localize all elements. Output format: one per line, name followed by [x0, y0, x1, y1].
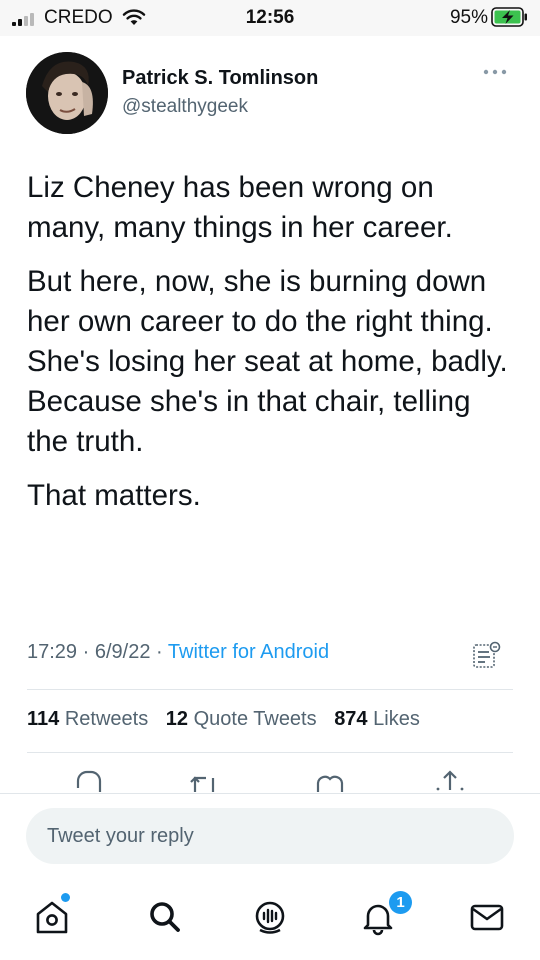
more-horizontal-icon[interactable] — [482, 68, 508, 76]
author-handle[interactable]: @stealthygeek — [122, 96, 248, 118]
analytics-icon[interactable] — [472, 640, 502, 670]
divider — [27, 689, 513, 690]
author-name[interactable]: Patrick S. Tomlinson — [122, 67, 318, 90]
tweet-paragraph: Liz Cheney has been wrong on many, many … — [27, 171, 453, 244]
retweet-icon[interactable] — [188, 768, 220, 792]
home-icon[interactable] — [32, 897, 72, 937]
retweets-count: 114 — [27, 708, 60, 730]
reply-placeholder: Tweet your reply — [47, 825, 194, 847]
spaces-icon[interactable] — [250, 897, 290, 937]
tweet-source-link[interactable]: Twitter for Android — [168, 641, 329, 663]
battery-percentage: 95% — [449, 7, 488, 28]
profile-photo — [26, 52, 108, 134]
tweet-paragraph: But here, now, she is burning down her o… — [27, 265, 508, 458]
meta-separator: · — [156, 641, 163, 663]
battery-charging-icon — [491, 7, 527, 27]
likes-stat[interactable]: 874 Likes — [334, 708, 420, 730]
status-bar: CREDO 12:56 95% — [0, 0, 540, 36]
likes-count: 874 — [334, 708, 368, 730]
likes-label: Likes — [373, 708, 420, 730]
quote-tweets-label: Quote Tweets — [193, 708, 317, 730]
divider — [27, 752, 513, 753]
reply-icon[interactable] — [74, 768, 104, 792]
avatar[interactable] — [26, 52, 108, 134]
share-icon[interactable] — [434, 768, 466, 792]
tweet-meta: 17:29 · 6/9/22 · Twitter for Android — [27, 641, 329, 664]
tweet-date: 6/9/22 — [94, 641, 151, 663]
quote-tweets-stat[interactable]: 12 Quote Tweets — [166, 708, 317, 730]
like-icon[interactable] — [314, 768, 346, 792]
meta-separator: · — [82, 641, 90, 663]
tweet-actions — [0, 768, 540, 792]
notifications-badge: 1 — [389, 891, 412, 914]
retweets-label: Retweets — [64, 708, 149, 730]
messages-icon[interactable] — [467, 897, 507, 937]
search-icon[interactable] — [145, 897, 185, 937]
divider — [0, 793, 540, 794]
tweet-time: 17:29 — [27, 641, 78, 663]
tweet-stats: 114 Retweets 12 Quote Tweets 874 Likes — [27, 708, 420, 731]
reply-input[interactable]: Tweet your reply — [26, 808, 514, 864]
tweet-text: Liz Cheney has been wrong on many, many … — [27, 168, 517, 530]
quote-tweets-count: 12 — [165, 708, 189, 730]
retweets-stat[interactable]: 114 Retweets — [27, 708, 148, 730]
tweet-paragraph: That matters. — [27, 479, 201, 512]
